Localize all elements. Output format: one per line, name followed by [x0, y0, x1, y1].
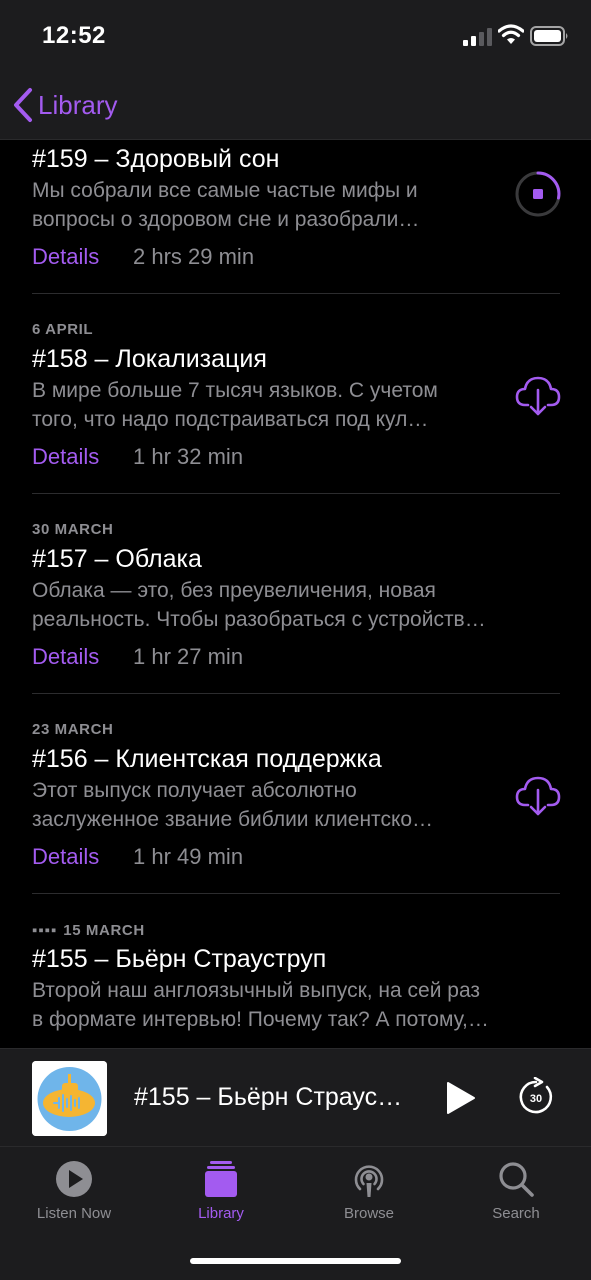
episode-description: Второй наш англоязычный выпуск, на сей р…	[32, 979, 489, 1031]
tab-browse[interactable]: Browse	[304, 1159, 434, 1239]
episode-details-link[interactable]: Details	[32, 644, 99, 670]
back-label: Library	[38, 89, 118, 120]
episode-details-link[interactable]: Details	[32, 444, 99, 470]
episode-duration: 1 hr 32 min	[133, 444, 244, 469]
cloud-download-icon[interactable]	[514, 372, 562, 420]
play-circle-icon	[56, 1161, 92, 1197]
episode-date: 30 MARCH	[32, 521, 114, 538]
now-playing-title[interactable]: #155 – Бьёрн Страуструп	[134, 1083, 404, 1112]
tab-label: Listen Now	[36, 1205, 112, 1222]
episode-title: #158 – Локализация	[32, 345, 267, 373]
home-indicator[interactable]	[190, 1258, 401, 1264]
episode-title: #159 – Здоровый сон	[32, 145, 280, 173]
episode-details-link[interactable]: Details	[32, 844, 99, 870]
tab-search[interactable]: Search	[451, 1159, 581, 1239]
episode-details-link[interactable]: Details	[32, 244, 99, 270]
episode-description: Этот выпуск получает абсолютно заслуженно…	[32, 779, 434, 831]
tab-label: Browse	[343, 1205, 395, 1222]
library-stack-icon	[205, 1161, 237, 1197]
episode-title: #156 – Клиентская поддержка	[32, 745, 382, 773]
episode-title: #157 – Облака	[32, 545, 202, 573]
episode-row[interactable]: #159 – Здоровый сон Мы собрали все самые…	[32, 140, 562, 294]
episode-description: В мире больше 7 тысяч языков. С учетом то…	[32, 379, 438, 431]
status-bar: 12:52	[0, 0, 591, 70]
now-playing-dots-icon: ▪▪▪▪	[32, 922, 58, 939]
episode-list[interactable]: #159 – Здоровый сон Мы собрали все самые…	[0, 140, 591, 1050]
tab-label: Search	[492, 1205, 540, 1222]
submarine-logo-icon	[32, 1061, 107, 1136]
back-button[interactable]: Library	[12, 86, 117, 124]
podcast-icon	[354, 1165, 384, 1197]
tab-label: Library	[198, 1205, 244, 1222]
wifi-icon	[498, 24, 524, 44]
episode-title: #155 – Бьёрн Страуструп	[32, 945, 327, 973]
cloud-download-icon[interactable]	[514, 772, 562, 820]
search-icon	[499, 1162, 534, 1197]
episode-description: Мы собрали все самые частые мифы и вопрос…	[32, 179, 420, 231]
mini-player[interactable]: #155 – Бьёрн Страуструп 30	[0, 1048, 591, 1146]
play-icon[interactable]	[440, 1079, 478, 1117]
download-progress-stop-icon[interactable]	[514, 170, 562, 218]
episode-duration: 1 hr 27 min	[133, 644, 244, 669]
episode-row[interactable]: ▪▪▪▪ 15 MARCH #155 – Бьёрн Страуструп Вто…	[32, 894, 560, 1050]
episode-date: ▪▪▪▪ 15 MARCH	[32, 922, 145, 939]
episode-duration: 1 hr 49 min	[133, 844, 244, 869]
skip-seconds-label: 30	[530, 1093, 542, 1105]
status-time: 12:52	[42, 22, 106, 49]
chevron-left-icon	[14, 88, 32, 122]
episode-row[interactable]: 23 MARCH #156 – Клиентская поддержка Это…	[32, 694, 562, 894]
battery-icon	[530, 26, 568, 46]
episode-date: 6 APRIL	[32, 321, 94, 338]
skip-forward-30-icon[interactable]: 30	[516, 1077, 556, 1117]
cellular-signal-icon	[463, 28, 492, 46]
episode-row[interactable]: 30 MARCH #157 – Облака Облака — это, без…	[32, 494, 560, 694]
episode-date: 23 MARCH	[32, 721, 114, 738]
tab-listen-now[interactable]: Listen Now	[9, 1159, 139, 1239]
podcast-artwork	[32, 1061, 107, 1136]
tab-library[interactable]: Library	[156, 1159, 286, 1239]
episode-duration: 2 hrs 29 min	[133, 244, 255, 269]
episode-row[interactable]: 6 APRIL #158 – Локализация В мире больше…	[32, 294, 562, 494]
navigation-bar: Library	[0, 70, 591, 140]
episode-description: Облака — это, без преувеличения, новая ре…	[32, 579, 486, 631]
